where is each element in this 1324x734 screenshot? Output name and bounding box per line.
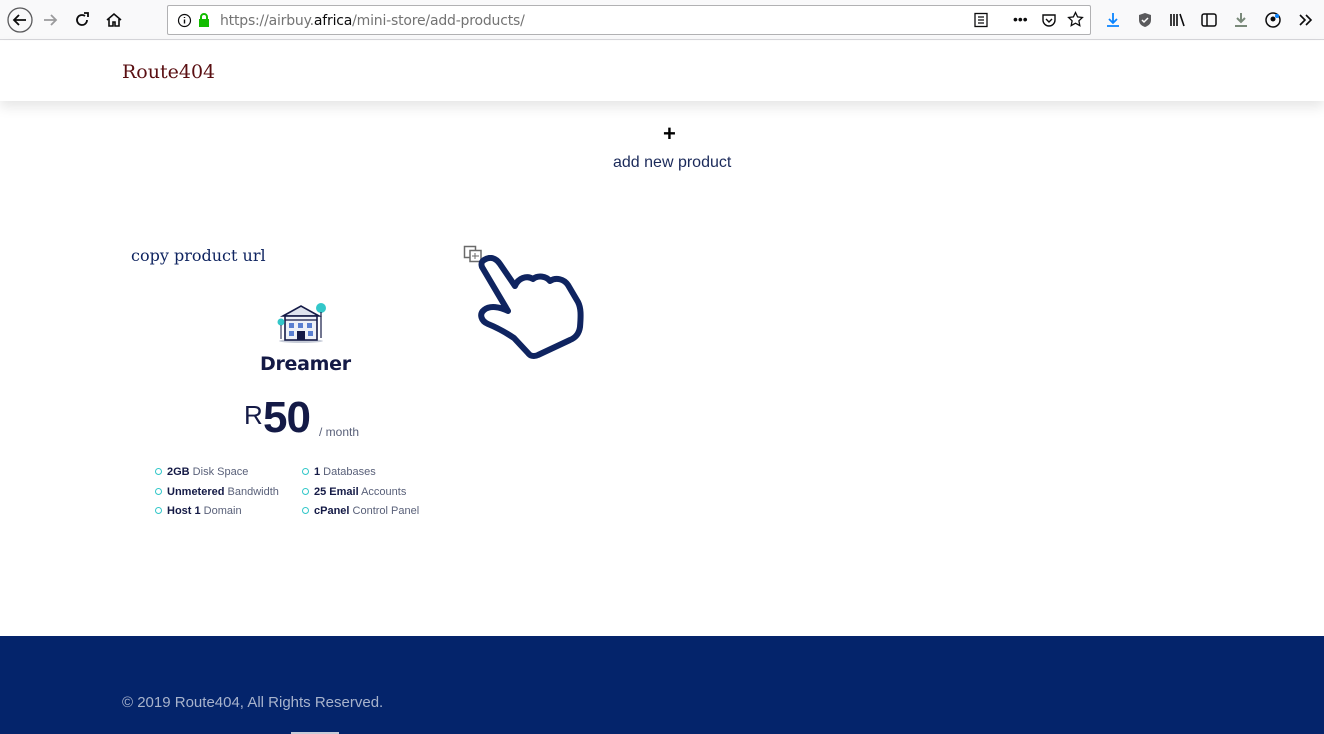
- copyright-text: © 2019 Route404, All Rights Reserved.: [122, 694, 384, 711]
- pocket-icon[interactable]: [1041, 12, 1057, 33]
- price-period: / month: [319, 425, 360, 439]
- url-text[interactable]: https://airbuy.africa/mini-store/add-pro…: [220, 13, 525, 29]
- building-icon: [277, 303, 326, 343]
- home-icon[interactable]: [102, 8, 126, 32]
- price-amount: 50: [263, 393, 311, 442]
- downloads-icon[interactable]: [1101, 8, 1125, 32]
- feature-item: Unmetered Bandwidth: [155, 486, 279, 498]
- add-new-product-link[interactable]: add new product: [613, 154, 731, 172]
- bullet-icon: [302, 488, 309, 495]
- feature-item: 2GB Disk Space: [155, 466, 248, 478]
- feature-item: 1 Databases: [302, 466, 376, 478]
- site-footer: © 2019 Route404, All Rights Reserved.: [0, 636, 1324, 734]
- reader-view-icon[interactable]: [973, 12, 989, 33]
- feature-item: Host 1 Domain: [155, 505, 242, 517]
- brand-logo[interactable]: Route404: [122, 61, 215, 83]
- sidebar-icon[interactable]: [1197, 8, 1221, 32]
- download-extension-icon[interactable]: [1229, 8, 1253, 32]
- forward-icon[interactable]: [38, 8, 62, 32]
- bullet-icon: [155, 468, 162, 475]
- price-currency: R: [244, 400, 263, 430]
- plus-icon[interactable]: +: [663, 121, 676, 147]
- bullet-icon: [302, 507, 309, 514]
- library-icon[interactable]: [1165, 8, 1189, 32]
- lock-icon[interactable]: [197, 12, 211, 33]
- reload-icon[interactable]: [70, 8, 94, 32]
- bullet-icon: [155, 507, 162, 514]
- overflow-menu-icon[interactable]: [1293, 8, 1317, 32]
- back-icon[interactable]: [6, 6, 34, 34]
- pointing-hand-icon: [478, 255, 584, 360]
- bullet-icon: [155, 488, 162, 495]
- feature-item: 25 Email Accounts: [302, 486, 406, 498]
- plan-name: Dreamer: [260, 353, 351, 375]
- more-actions-icon[interactable]: •••: [1013, 11, 1028, 27]
- account-icon[interactable]: [1261, 8, 1285, 32]
- feature-item: cPanel Control Panel: [302, 505, 419, 517]
- address-bar[interactable]: https://airbuy.africa/mini-store/add-pro…: [167, 5, 1091, 35]
- browser-toolbar: https://airbuy.africa/mini-store/add-pro…: [0, 0, 1324, 40]
- bookmark-star-icon[interactable]: [1067, 10, 1084, 33]
- shield-extension-icon[interactable]: [1133, 8, 1157, 32]
- info-icon[interactable]: [177, 13, 192, 33]
- site-header: Route404: [0, 41, 1324, 101]
- copy-product-url-label: copy product url: [131, 246, 266, 265]
- bullet-icon: [302, 468, 309, 475]
